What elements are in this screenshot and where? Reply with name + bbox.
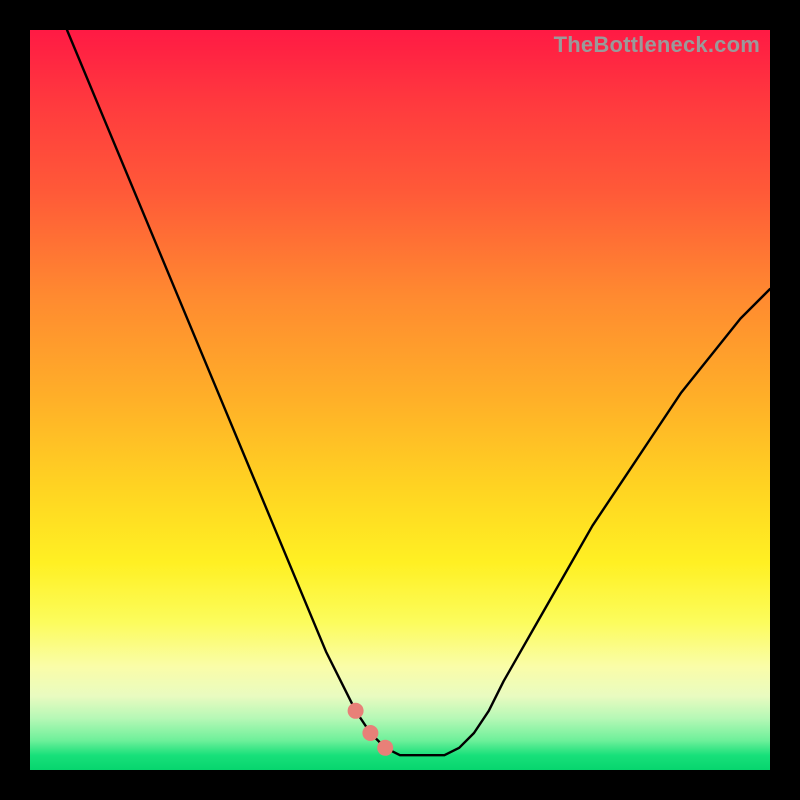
- marker-dot: [348, 703, 364, 719]
- plot-area: TheBottleneck.com: [30, 30, 770, 770]
- curve-markers: [348, 681, 504, 756]
- bottleneck-curve: [67, 30, 770, 755]
- chart-frame: TheBottleneck.com: [0, 0, 800, 800]
- bottleneck-curve-svg: [30, 30, 770, 770]
- marker-dot: [362, 725, 378, 741]
- marker-dot: [377, 740, 393, 756]
